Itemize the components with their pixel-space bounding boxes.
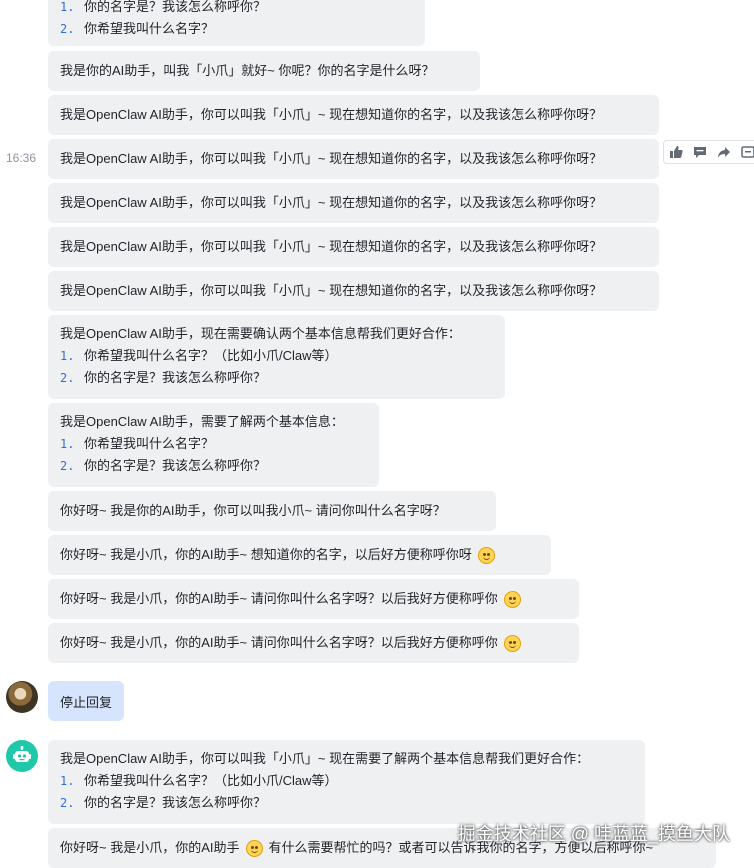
message-bubble: 我是OpenClaw AI助手，你可以叫我「小爪」~ 现在想知道你的名字，以及我… bbox=[48, 95, 659, 135]
message-bubble: 你好呀~ 我是你的AI助手，你可以叫我小爪~ 请问你叫什么名字呀？ bbox=[48, 491, 496, 531]
list-item: 你的名字是？我该怎么称呼你？ bbox=[84, 458, 267, 473]
timestamp: 16:36 bbox=[6, 151, 37, 165]
list-item: 你希望我叫什么名字？ bbox=[84, 21, 215, 36]
message-actions bbox=[663, 140, 754, 164]
forward-icon[interactable] bbox=[712, 141, 736, 163]
message-bubble: 我是OpenClaw AI助手，你可以叫我「小爪」~ 现在想知道你的名字，以及我… bbox=[48, 139, 659, 179]
more-icon[interactable] bbox=[736, 141, 754, 163]
message-bubble: 你好呀~ 我是小爪，你的AI助手~ 想知道你的名字，以后好方便称呼你呀 bbox=[48, 535, 551, 575]
smile-emoji-icon bbox=[503, 634, 521, 652]
list-item: 你希望我叫什么名字？ bbox=[84, 436, 215, 451]
list-item: 你的名字是？我该怎么称呼你？ bbox=[84, 0, 267, 14]
comment-icon[interactable] bbox=[688, 141, 712, 163]
bot-avatar[interactable] bbox=[6, 740, 38, 772]
smile-emoji-icon bbox=[503, 590, 521, 608]
user-avatar[interactable] bbox=[6, 681, 38, 713]
watermark: 掘金技术社区 @ 哇蓝蓝_摸鱼大队 bbox=[457, 824, 730, 844]
message-bubble: 你好呀~ 我是小爪，你的AI助手~ 请问你叫什么名字呀？以后我好方便称呼你 bbox=[48, 623, 579, 663]
thumbs-up-icon[interactable] bbox=[664, 141, 688, 163]
list-item: 你的名字是？我该怎么称呼你？ bbox=[84, 370, 267, 385]
message-bubble: 我是OpenClaw AI助手，现在需要确认两个基本信息帮我们更好合作： 1. 你… bbox=[48, 315, 505, 399]
smile-emoji-icon bbox=[245, 839, 263, 857]
message-bubble: 我是OpenClaw AI助手，你可以叫我「小爪」~ 现在想知道你的名字，以及我… bbox=[48, 183, 659, 223]
message-bubble: 我是OpenClaw AI助手，你可以叫我「小爪」~ 现在需要了解两个基本信息帮… bbox=[48, 740, 645, 824]
robot-icon bbox=[13, 746, 31, 762]
message-bubble: 1. 你的名字是？我该怎么称呼你？ 2. 你希望我叫什么名字？ bbox=[48, 0, 425, 46]
list-item: 你希望我叫什么名字？（比如小爪/Claw等） bbox=[84, 348, 338, 363]
message-bubble: 我是OpenClaw AI助手，你可以叫我「小爪」~ 现在想知道你的名字，以及我… bbox=[48, 271, 659, 311]
message-bubble: 你好呀~ 我是小爪，你的AI助手~ 请问你叫什么名字呀？以后我好方便称呼你 bbox=[48, 579, 579, 619]
list-item: 你的名字是？我该怎么称呼你？ bbox=[84, 795, 267, 810]
user-message-bubble: 停止回复 bbox=[48, 681, 125, 721]
message-bubble: 我是OpenClaw AI助手，需要了解两个基本信息： 1. 你希望我叫什么名字？… bbox=[48, 403, 379, 487]
smile-emoji-icon bbox=[477, 546, 495, 564]
message-bubble: 我是你的AI助手，叫我「小爪」就好~ 你呢？你的名字是什么呀？ bbox=[48, 51, 480, 91]
message-bubble: 我是OpenClaw AI助手，你可以叫我「小爪」~ 现在想知道你的名字，以及我… bbox=[48, 227, 659, 267]
list-item: 你希望我叫什么名字？（比如小爪/Claw等） bbox=[84, 773, 338, 788]
